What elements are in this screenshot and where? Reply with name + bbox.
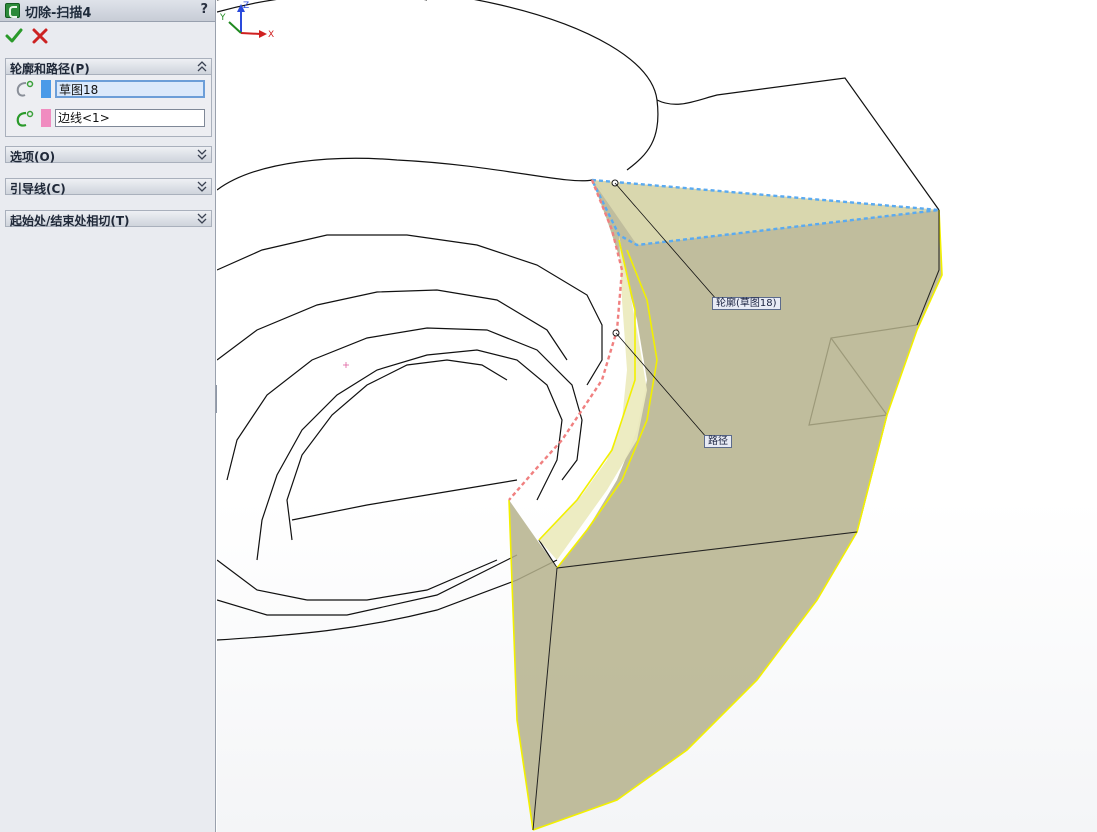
section-start-end-tangency[interactable]: 起始处/结束处相切(T): [5, 210, 212, 228]
sweep-cut-icon: [5, 3, 20, 18]
profile-selection-field[interactable]: 草图18: [55, 80, 205, 98]
x-icon[interactable]: [31, 27, 49, 45]
path-callout[interactable]: 路径: [704, 435, 732, 448]
chevron-down-icon[interactable]: [197, 147, 207, 161]
property-manager: 切除-扫描4 ? 轮廓和路径(P) 草图18 边线<1> 选项(O) 引导线(C…: [0, 0, 216, 832]
profile-color-swatch: [41, 80, 51, 98]
reference-triad-icon: Y Z X: [219, 1, 274, 40]
feature-title: 切除-扫描4: [25, 6, 92, 21]
section-label: 选项(O): [10, 150, 56, 164]
section-label: 引导线(C): [10, 182, 66, 196]
triad-z-label: Z: [243, 1, 249, 11]
chevron-down-icon[interactable]: [197, 179, 207, 193]
path-selection-field[interactable]: 边线<1>: [55, 109, 205, 127]
profile-callout[interactable]: 轮廓(草图18): [712, 297, 781, 310]
section-label: 起始处/结束处相切(T): [10, 214, 130, 228]
help-button[interactable]: ?: [200, 2, 208, 17]
triad-y-label: Y: [219, 13, 226, 23]
section-profile-and-path-body: 草图18 边线<1>: [5, 75, 212, 137]
model-geometry: [217, 0, 943, 831]
origin-mark: [343, 362, 349, 368]
path-edge: [508, 179, 624, 501]
path-color-swatch: [41, 109, 51, 127]
section-profile-and-path[interactable]: 轮廓和路径(P): [5, 58, 212, 76]
check-icon[interactable]: [5, 27, 23, 45]
chevron-down-icon[interactable]: [197, 211, 207, 225]
triad-x-label: X: [268, 30, 274, 40]
graphics-viewport[interactable]: 轮廓(草图18) 路径 Y Z X: [217, 0, 1097, 832]
solidworks-window: 切除-扫描4 ? 轮廓和路径(P) 草图18 边线<1> 选项(O) 引导线(C…: [0, 0, 1097, 832]
section-guide-curves[interactable]: 引导线(C): [5, 178, 212, 196]
chevron-up-icon[interactable]: [197, 59, 207, 73]
profile-icon: [16, 80, 34, 97]
section-options[interactable]: 选项(O): [5, 146, 212, 164]
sweep-preview: [508, 180, 943, 831]
path-icon: [16, 110, 34, 127]
property-manager-titlebar: 切除-扫描4 ?: [0, 0, 215, 22]
